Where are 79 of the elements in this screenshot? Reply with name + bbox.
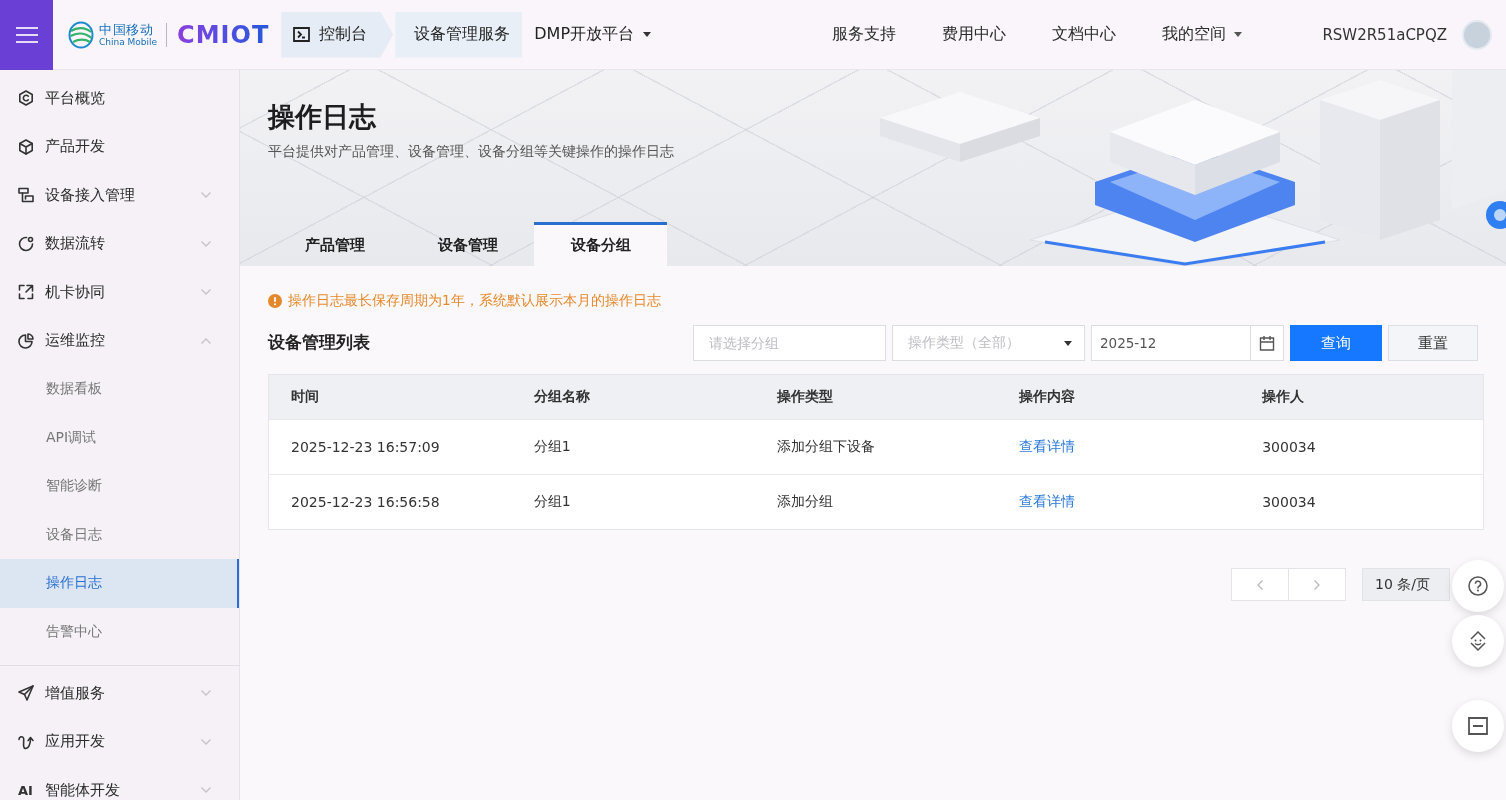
user-name[interactable]: RSW2R51aCPQZ [1322,25,1447,44]
caret-icon [1064,340,1072,346]
details-link[interactable]: 查看详情 [1019,438,1076,456]
nav-link[interactable]: 费用中心 [942,24,1007,45]
ai-mark: AI [18,782,34,798]
column-header: 操作内容 [1019,388,1076,406]
table-cell: 添加分组下设备 [776,438,875,456]
cube-icon [18,138,34,155]
sidebar-subitem[interactable]: 智能诊断 [0,462,239,511]
warning-icon [268,294,282,308]
page-title: 操作日志 [268,100,376,134]
column-header: 时间 [291,388,319,406]
sidebar-item[interactable]: 应用开发 [0,717,239,766]
curve-arrow-icon [18,733,34,750]
tab[interactable]: 产品管理 [268,222,401,266]
chevron-left-icon [1257,579,1263,590]
collapse-button[interactable] [1452,700,1504,752]
tab[interactable]: 设备管理 [401,222,534,266]
sidebar-item[interactable]: AI 智能体开发 [0,766,239,800]
sidebar-item[interactable]: 平台概览 [0,74,239,123]
menu-icon [15,26,38,43]
tab[interactable]: 设备分组 [534,222,667,266]
table-cell: 分组1 [533,438,571,456]
assistant-button[interactable] [1452,615,1504,667]
details-link[interactable]: 查看详情 [1019,493,1076,511]
layout-icon [18,187,34,204]
hexagon-icon [18,90,34,107]
sidebar-item[interactable]: 运维监控 [0,316,239,365]
page-subtitle: 平台提供对产品管理、设备管理、设备分组等关键操作的操作日志 [268,142,674,160]
sidebar-subitem[interactable]: 操作日志 [0,559,239,608]
sidebar-item[interactable]: 产品开发 [0,122,239,171]
sidebar-subitem[interactable]: 数据看板 [0,365,239,414]
table-cell: 300034 [1262,494,1316,510]
menu-button[interactable] [0,0,53,70]
notice-text: 操作日志最长保存周期为1年，系统默认展示本月的操作日志 [288,292,661,310]
nav-dropdown[interactable]: 我的空间 [1162,24,1243,45]
caret-icon [643,32,652,37]
nav-link[interactable]: 服务支持 [832,24,897,45]
month-input[interactable]: 2025-12 [1091,325,1250,361]
column-header: 操作人 [1262,388,1305,406]
table-cell: 2025-12-23 16:57:09 [291,439,440,455]
sidebar-item[interactable]: 机卡协同 [0,268,239,317]
sidebar-item[interactable]: 增值服务 [0,669,239,718]
column-header: 分组名称 [533,388,590,406]
brand-name-english: China Mobile [99,36,158,48]
search-button[interactable]: 查询 [1290,325,1382,361]
list-title: 设备管理列表 [268,332,370,354]
table-cell: 添加分组 [776,493,833,511]
paper-plane-icon [18,685,34,702]
smile-icon [1468,631,1488,651]
platform-dropdown[interactable]: DMP开放平台 [522,11,664,58]
column-header: 操作类型 [776,388,833,406]
help-icon [1468,576,1488,596]
sidebar-item[interactable]: 数据流转 [0,219,239,268]
calendar-icon [1259,335,1275,351]
page-size-select[interactable]: 10 条/页 [1362,568,1450,601]
sidebar-subitem[interactable]: 设备日志 [0,510,239,559]
breadcrumb-item[interactable]: 控制台 [281,11,394,58]
pie-chart-icon [18,332,34,349]
share-square-icon [18,284,34,301]
cycle-icon [18,235,34,252]
breadcrumb-item[interactable]: 设备管理服务 [394,11,523,58]
table-cell: 300034 [1262,439,1316,455]
swirl-logo-icon [68,20,94,49]
panel-icon [1468,717,1488,735]
reset-button[interactable]: 重置 [1388,325,1478,361]
brand-name: 中国移动 [99,21,154,37]
terminal-icon [293,27,311,42]
table-cell: 2025-12-23 16:56:58 [291,494,440,510]
nav-link[interactable]: 文档中心 [1052,24,1117,45]
calendar-button[interactable] [1250,325,1284,361]
help-button[interactable] [1452,560,1504,612]
group-input[interactable]: 请选择分组 [693,325,886,361]
chevron-right-icon [1314,579,1320,590]
sidebar-item[interactable]: 设备接入管理 [0,171,239,220]
table-cell: 分组1 [533,493,571,511]
sidebar-subitem[interactable]: API调试 [0,413,239,462]
caret-icon [1234,32,1243,37]
sidebar-subitem[interactable]: 告警中心 [0,607,239,656]
